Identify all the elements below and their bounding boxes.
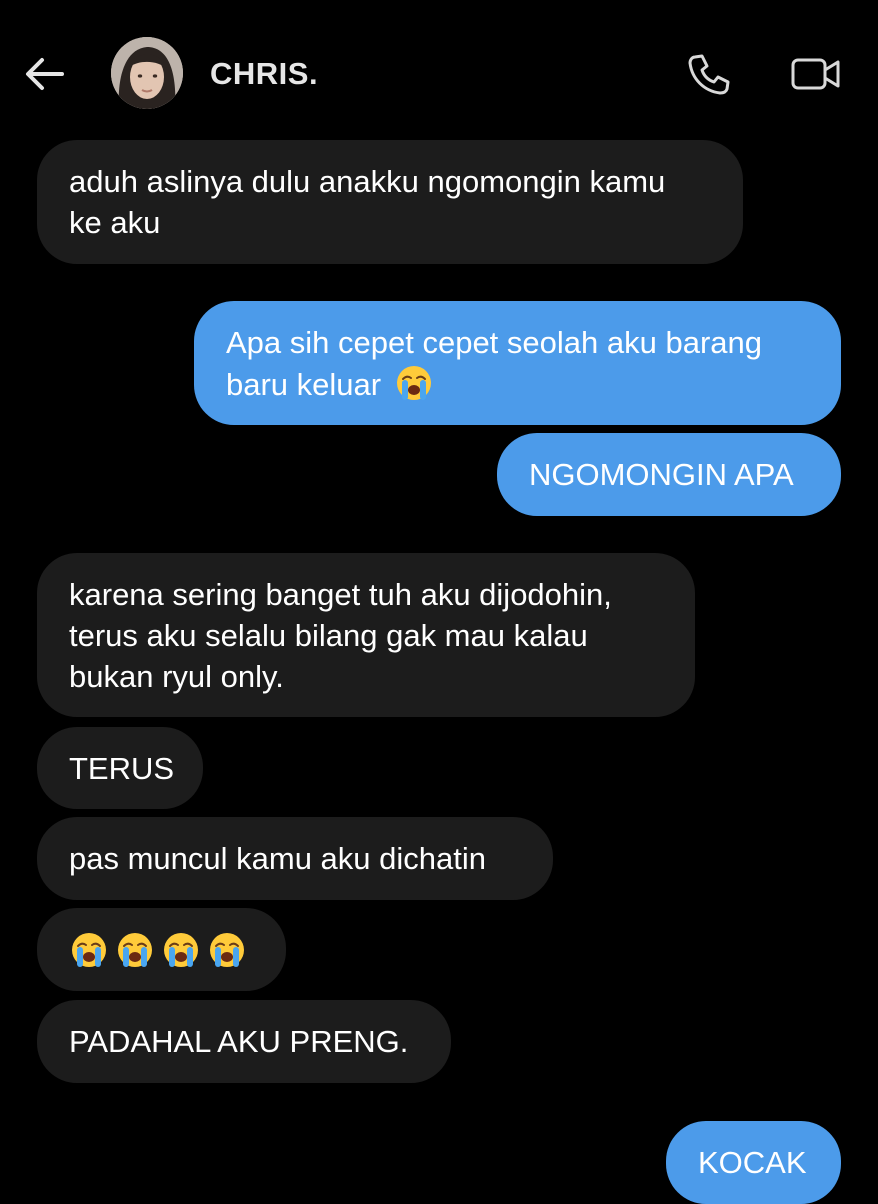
message-bubble-outgoing[interactable]: KOCAK xyxy=(666,1121,841,1204)
message-line: baru keluar xyxy=(226,363,809,405)
message-text: TERUS xyxy=(69,751,175,786)
emoji-row xyxy=(69,908,254,991)
message-text: NGOMONGIN APA xyxy=(529,457,794,492)
back-button[interactable] xyxy=(22,52,66,96)
message-text: Apa sih cepet cepet seolah aku barang xyxy=(226,325,762,360)
loudly-crying-face-icon xyxy=(72,932,106,967)
message-text: bukan ryul only. xyxy=(69,659,284,694)
message-bubble-incoming[interactable] xyxy=(37,908,286,991)
loudly-crying-face-icon xyxy=(210,932,244,967)
avatar-photo xyxy=(111,37,183,109)
message-bubble-incoming[interactable]: karena sering banget tuh aku dijodohin, … xyxy=(37,553,695,717)
loudly-crying-face-icon xyxy=(396,366,431,400)
message-text: aduh aslinya dulu anakku ngomongin kamu xyxy=(69,164,666,199)
avatar[interactable] xyxy=(111,37,183,109)
message-bubble-incoming[interactable]: pas muncul kamu aku dichatin xyxy=(37,817,553,900)
message-bubble-incoming[interactable]: TERUS xyxy=(37,727,203,809)
chat-header: CHRIS. xyxy=(0,0,878,140)
message-text: ke aku xyxy=(69,205,161,240)
message-text: karena sering banget tuh aku dijodohin, xyxy=(69,577,612,612)
message-bubble-incoming[interactable]: aduh aslinya dulu anakku ngomongin kamu … xyxy=(37,140,743,264)
contact-name[interactable]: CHRIS. xyxy=(210,56,318,92)
message-text: KOCAK xyxy=(698,1145,807,1180)
loudly-crying-face-icon xyxy=(164,932,198,967)
message-text: pas muncul kamu aku dichatin xyxy=(69,841,487,876)
message-text: PADAHAL AKU PRENG. xyxy=(69,1024,409,1059)
message-bubble-incoming[interactable]: PADAHAL AKU PRENG. xyxy=(37,1000,451,1083)
phone-icon xyxy=(688,54,730,95)
message-bubble-outgoing[interactable]: Apa sih cepet cepet seolah aku barang ba… xyxy=(194,301,841,425)
message-bubble-outgoing[interactable]: NGOMONGIN APA xyxy=(497,433,841,516)
message-text: baru keluar xyxy=(226,367,382,402)
message-text: terus aku selalu bilang gak mau kalau xyxy=(69,618,588,653)
video-call-button[interactable] xyxy=(790,52,842,96)
back-arrow-icon xyxy=(26,58,64,90)
loudly-crying-face-icon xyxy=(118,932,152,967)
video-camera-icon xyxy=(791,58,840,90)
voice-call-button[interactable] xyxy=(686,52,732,96)
